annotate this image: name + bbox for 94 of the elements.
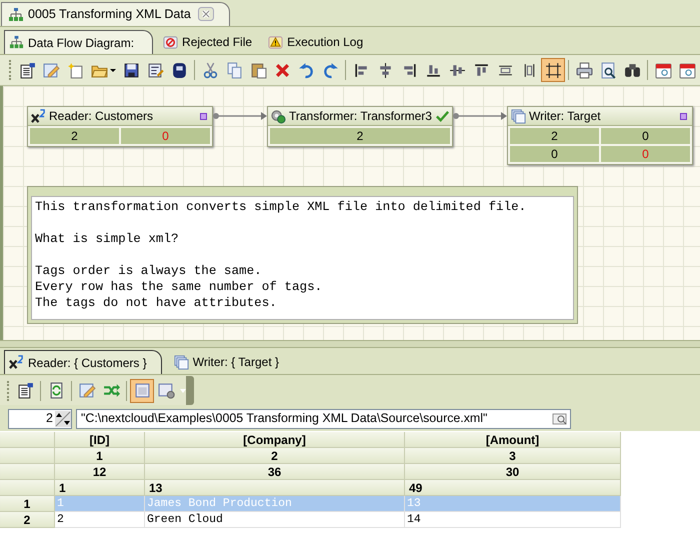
stacked-windows-icon: [174, 354, 189, 370]
align-left-icon: [352, 62, 370, 78]
connector-arrow: [213, 112, 267, 120]
header-cell: [0, 448, 55, 464]
table-cell: Green Cloud: [145, 512, 405, 528]
component-node[interactable]: Transformer: Transformer3 2: [267, 106, 453, 147]
note-text: Tags order is always the same.: [35, 263, 263, 279]
warning-icon: [268, 34, 284, 50]
component-node[interactable]: Writer: Target 2 0 0 0: [507, 106, 693, 165]
table-row[interactable]: 2 Green Cloud 14: [55, 512, 621, 528]
component-node[interactable]: Reader: Customers 2 0: [27, 106, 213, 147]
delete-icon: [274, 62, 290, 78]
column-header[interactable]: [ID]: [55, 432, 145, 448]
column-header[interactable]: 30: [405, 464, 621, 480]
node-count: 2: [270, 128, 450, 144]
column-header[interactable]: [Company]: [145, 432, 405, 448]
spin-arrows-icon: [55, 410, 71, 426]
column-header[interactable]: 36: [145, 464, 405, 480]
table-cell: 2: [55, 512, 145, 528]
edit-form-icon: [146, 62, 164, 78]
save-icon: [122, 62, 140, 78]
calendar-icon: [654, 62, 672, 78]
print-preview-icon: [600, 62, 616, 78]
shuffle-icon: [102, 382, 120, 399]
align-top-icon: [472, 62, 490, 78]
node-title: Transformer: Transformer3: [289, 108, 432, 125]
node-count: 0: [510, 146, 599, 162]
port-icon: [680, 112, 687, 120]
column-header[interactable]: [Amount]: [405, 432, 621, 448]
note-text: This transformation converts simple XML file into delimited file.: [35, 199, 528, 215]
header-cell: [0, 432, 55, 448]
panel-settings-icon: [158, 382, 174, 399]
close-icon: [198, 6, 214, 22]
note-text: What is simple xml?: [35, 231, 180, 247]
view-tab[interactable]: Rejected File: [159, 30, 258, 54]
properties-icon: [18, 62, 36, 78]
column-offset: 49: [405, 480, 621, 496]
close-button[interactable]: [196, 6, 215, 22]
find-icon: [624, 62, 640, 78]
undo-icon: [298, 62, 314, 78]
header-cell: [0, 480, 55, 496]
column-header[interactable]: 3: [405, 448, 621, 464]
node-count: 0: [601, 146, 690, 162]
row-header[interactable]: 1: [0, 496, 55, 512]
panel-tab[interactable]: Reader: { Customers }: [4, 350, 162, 374]
calendar-icon: [678, 62, 696, 78]
panel-tab[interactable]: Writer: { Target }: [170, 350, 283, 374]
edit-icon: [42, 62, 60, 78]
node-count: 2: [510, 128, 599, 144]
column-header[interactable]: 2: [145, 448, 405, 464]
document-tab[interactable]: 0005 Transforming XML Data: [1, 2, 230, 26]
node-count: 2: [30, 128, 119, 144]
browse-icon: [552, 410, 568, 426]
view-tab[interactable]: Data Flow Diagram:: [4, 30, 154, 54]
connector-arrow: [453, 112, 507, 120]
row-header[interactable]: 2: [0, 512, 55, 528]
properties-icon: [16, 382, 34, 399]
port-icon: [200, 112, 207, 120]
stacked-windows-icon: [511, 108, 526, 124]
column-offset: 1: [55, 480, 145, 496]
copy-icon: [226, 62, 242, 78]
node-count: 0: [121, 128, 210, 144]
cut-icon: [202, 62, 218, 78]
gears-icon: [271, 108, 286, 124]
redo-icon: [322, 62, 338, 78]
edit-icon: [78, 382, 96, 399]
hierarchy-icon: [8, 6, 24, 22]
path-field[interactable]: "C:\nextcloud\Examples\0005 Transforming XML Data\Source\source.xml": [76, 408, 571, 428]
panel-icon: [134, 382, 150, 399]
prohibited-icon: [163, 34, 178, 50]
header-cell: [0, 464, 55, 480]
note-text: Every row has the same number of tags.: [35, 279, 324, 295]
new-document-icon: [66, 62, 84, 78]
toolbar-button[interactable]: [541, 58, 565, 82]
xml-reader-icon: [31, 108, 46, 124]
refresh-icon: [48, 382, 64, 399]
view-tab[interactable]: Execution Log: [264, 30, 370, 54]
node-count: 0: [601, 128, 690, 144]
xml-reader-icon: [9, 355, 24, 370]
toolbar-grip[interactable]: [7, 380, 10, 400]
dropdown-arrow-icon: [110, 68, 116, 72]
note-text: The tags do not have attributes.: [35, 295, 278, 311]
number-spinner[interactable]: 2: [8, 408, 72, 428]
same-size-icon: [544, 62, 562, 78]
node-title: Reader: Customers: [49, 108, 154, 125]
print-icon: [576, 62, 592, 78]
table-cell: 14: [405, 512, 621, 528]
column-header[interactable]: 12: [55, 464, 145, 480]
column-header[interactable]: 1: [55, 448, 145, 464]
toolbar-grip[interactable]: [9, 60, 12, 80]
node-title: Writer: Target: [529, 108, 602, 125]
hierarchy-icon: [9, 35, 24, 50]
column-offset: 13: [145, 480, 405, 496]
paste-icon: [250, 62, 266, 78]
